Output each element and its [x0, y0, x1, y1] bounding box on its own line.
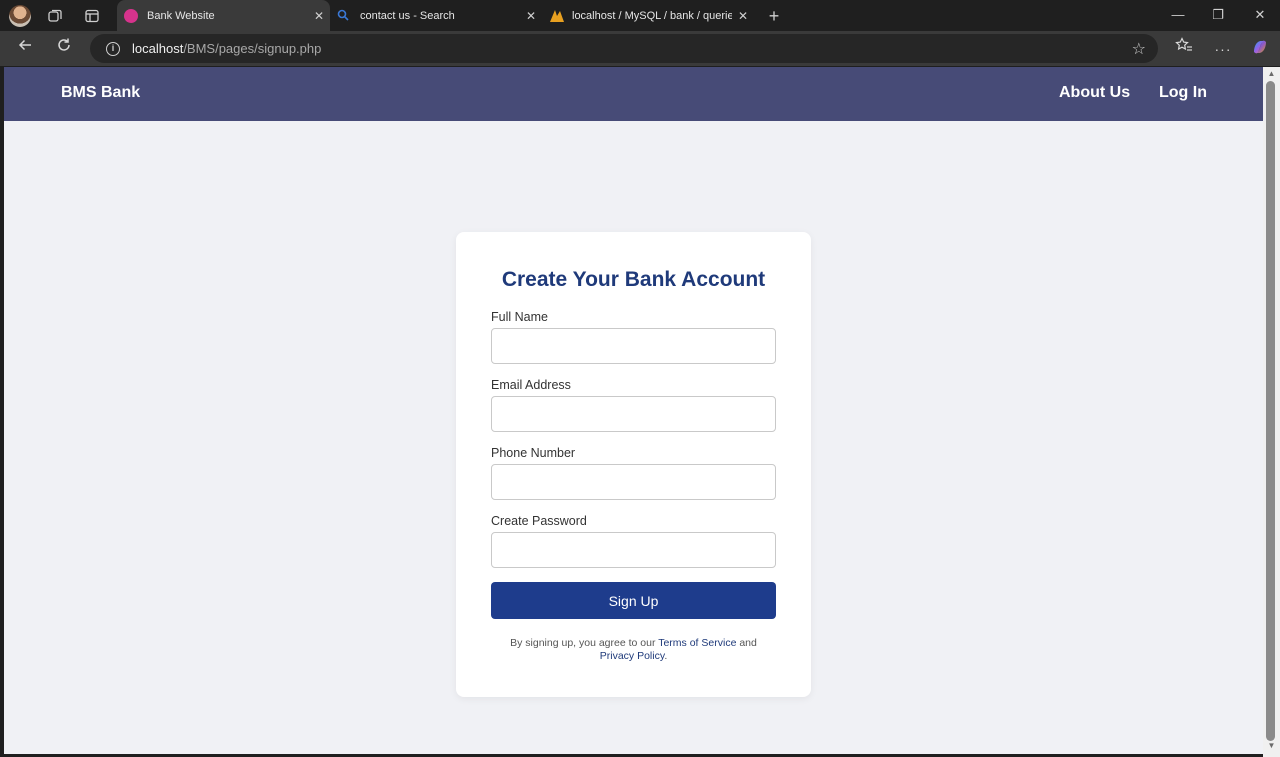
terms-of-service-link[interactable]: Terms of Service	[658, 637, 736, 649]
legal-prefix-text: By signing up, you agree to our	[510, 637, 656, 649]
phone-number-input[interactable]	[491, 464, 776, 500]
page-viewport: BMS Bank About Us Log In Create Your Ban…	[4, 67, 1263, 754]
create-password-input[interactable]	[491, 532, 776, 568]
email-address-label: Email Address	[491, 378, 571, 392]
search-icon	[337, 9, 351, 23]
url-path: /BMS/pages/signup.php	[183, 41, 322, 56]
tab-contact-search[interactable]: contact us - Search ✕	[330, 0, 542, 31]
workspaces-icon[interactable]	[43, 4, 67, 28]
back-arrow-icon[interactable]	[13, 37, 37, 61]
profile-avatar[interactable]	[9, 5, 31, 27]
full-name-label: Full Name	[491, 310, 548, 324]
tab-title: contact us - Search	[360, 9, 455, 22]
legal-suffix-text: .	[664, 650, 668, 662]
create-password-label: Create Password	[491, 514, 587, 528]
tab-title: Bank Website	[147, 9, 215, 22]
legal-notice: By signing up, you agree to our Terms of…	[491, 637, 776, 663]
tab-strip: Bank Website ✕ contact us - Search ✕ loc…	[0, 0, 1280, 31]
legal-and-text: and	[739, 637, 757, 649]
restore-icon[interactable]: ❐	[1204, 4, 1232, 26]
page-scrollbar[interactable]: ▲ ▼	[1263, 67, 1280, 757]
favorites-icon[interactable]	[1172, 37, 1196, 61]
email-address-input[interactable]	[491, 396, 776, 432]
url-host: localhost	[132, 41, 184, 56]
refresh-icon[interactable]	[52, 37, 76, 61]
sign-up-button[interactable]: Sign Up	[491, 582, 776, 619]
privacy-policy-link[interactable]: Privacy Policy	[600, 650, 665, 662]
close-window-icon[interactable]: ✕	[1246, 4, 1274, 26]
copilot-icon[interactable]	[1248, 37, 1272, 61]
brand-logo-text[interactable]: BMS Bank	[61, 84, 140, 102]
signup-card: Create Your Bank Account Full Name Email…	[456, 232, 811, 697]
nav-link-log-in[interactable]: Log In	[1159, 84, 1207, 102]
tab-bank-website[interactable]: Bank Website ✕	[117, 0, 330, 31]
browser-toolbar: i localhost/BMS/pages/signup.php ☆ ···	[0, 31, 1280, 66]
new-tab-icon[interactable]: +	[762, 4, 786, 28]
scrollbar-thumb[interactable]	[1266, 81, 1275, 741]
close-tab-icon[interactable]: ✕	[308, 9, 330, 23]
close-tab-icon[interactable]: ✕	[520, 9, 542, 23]
scroll-down-arrow-icon[interactable]: ▼	[1263, 741, 1280, 750]
nav-link-about-us[interactable]: About Us	[1059, 84, 1130, 102]
form-title: Create Your Bank Account	[501, 268, 766, 291]
full-name-input[interactable]	[491, 328, 776, 364]
close-tab-icon[interactable]: ✕	[732, 9, 754, 23]
favorite-star-icon[interactable]: ☆	[1132, 39, 1146, 59]
address-bar[interactable]: i localhost/BMS/pages/signup.php ☆	[90, 34, 1158, 63]
site-info-icon[interactable]: i	[106, 41, 120, 56]
tab-phpmyadmin[interactable]: localhost / MySQL / bank / querie ✕	[542, 0, 754, 31]
more-options-icon[interactable]: ···	[1211, 37, 1235, 61]
scroll-up-arrow-icon[interactable]: ▲	[1263, 69, 1280, 78]
phone-number-label: Phone Number	[491, 446, 576, 460]
phpmyadmin-favicon-icon	[549, 9, 564, 23]
bank-website-favicon-icon	[124, 8, 138, 23]
minimize-icon[interactable]: —	[1164, 4, 1192, 26]
site-navbar: BMS Bank About Us Log In	[4, 67, 1263, 121]
tab-title: localhost / MySQL / bank / querie	[572, 9, 732, 22]
vertical-tabs-icon[interactable]	[80, 4, 104, 28]
